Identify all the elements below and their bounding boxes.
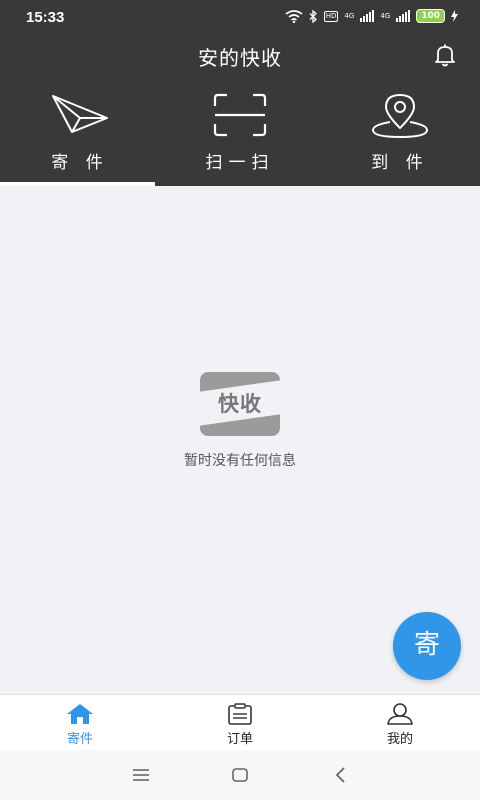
tab-orders-label: 订单 bbox=[226, 732, 253, 747]
scan-icon bbox=[213, 93, 267, 137]
quick-actions: 寄 件 扫一扫 到 件 bbox=[0, 88, 480, 180]
app-logo-text: 快收 bbox=[218, 392, 262, 416]
hd-badge: HD bbox=[323, 10, 339, 22]
back-icon[interactable] bbox=[328, 762, 354, 788]
system-nav-bar bbox=[0, 750, 480, 800]
arrival-action[interactable]: 到 件 bbox=[320, 88, 480, 180]
tab-orders[interactable]: 订单 bbox=[160, 695, 320, 751]
network-type-2: 4G bbox=[380, 12, 391, 20]
tab-send-label: 寄件 bbox=[66, 732, 93, 747]
signal-2-icon bbox=[396, 10, 411, 22]
bell-icon[interactable] bbox=[432, 42, 458, 68]
clipboard-icon bbox=[228, 703, 252, 725]
status-icons: HD 4G 4G 100 bbox=[285, 9, 458, 23]
active-tab-indicator bbox=[0, 182, 155, 186]
tab-profile-label: 我的 bbox=[386, 732, 413, 747]
page-title: 安的快收 bbox=[198, 46, 282, 70]
status-time: 15:33 bbox=[26, 9, 65, 26]
paper-plane-icon bbox=[52, 95, 108, 133]
tab-send[interactable]: 寄件 bbox=[0, 695, 160, 751]
menu-icon[interactable] bbox=[128, 762, 154, 788]
scan-label: 扫一扫 bbox=[205, 153, 275, 173]
scan-action[interactable]: 扫一扫 bbox=[160, 88, 320, 180]
home-square-icon[interactable] bbox=[227, 762, 253, 788]
arrival-label: 到 件 bbox=[371, 153, 429, 173]
send-package-label: 寄 件 bbox=[51, 153, 109, 173]
empty-message: 暂时没有任何信息 bbox=[184, 453, 296, 469]
bottom-nav: 寄件 订单 我的 bbox=[0, 694, 480, 751]
bluetooth-icon bbox=[309, 9, 317, 23]
header-panel: 15:33 HD 4G 4G 100 安的快收 寄 件 扫一扫 到 件 bbox=[0, 0, 480, 186]
battery-indicator: 100 bbox=[416, 9, 445, 23]
charging-icon bbox=[451, 10, 458, 22]
location-pin-icon bbox=[371, 94, 429, 139]
wifi-icon bbox=[285, 9, 303, 23]
network-type-1: 4G bbox=[344, 12, 355, 20]
send-fab-button[interactable]: 寄 bbox=[393, 612, 461, 680]
status-bar: 15:33 HD 4G 4G 100 bbox=[0, 0, 480, 34]
empty-state: 快收 暂时没有任何信息 bbox=[0, 372, 480, 470]
app-bar: 安的快收 bbox=[0, 34, 480, 76]
home-icon bbox=[67, 704, 93, 724]
send-package-action[interactable]: 寄 件 bbox=[0, 88, 160, 180]
tab-profile[interactable]: 我的 bbox=[320, 695, 480, 751]
app-logo: 快收 bbox=[200, 372, 280, 436]
user-icon bbox=[387, 703, 413, 725]
signal-1-icon bbox=[360, 10, 375, 22]
